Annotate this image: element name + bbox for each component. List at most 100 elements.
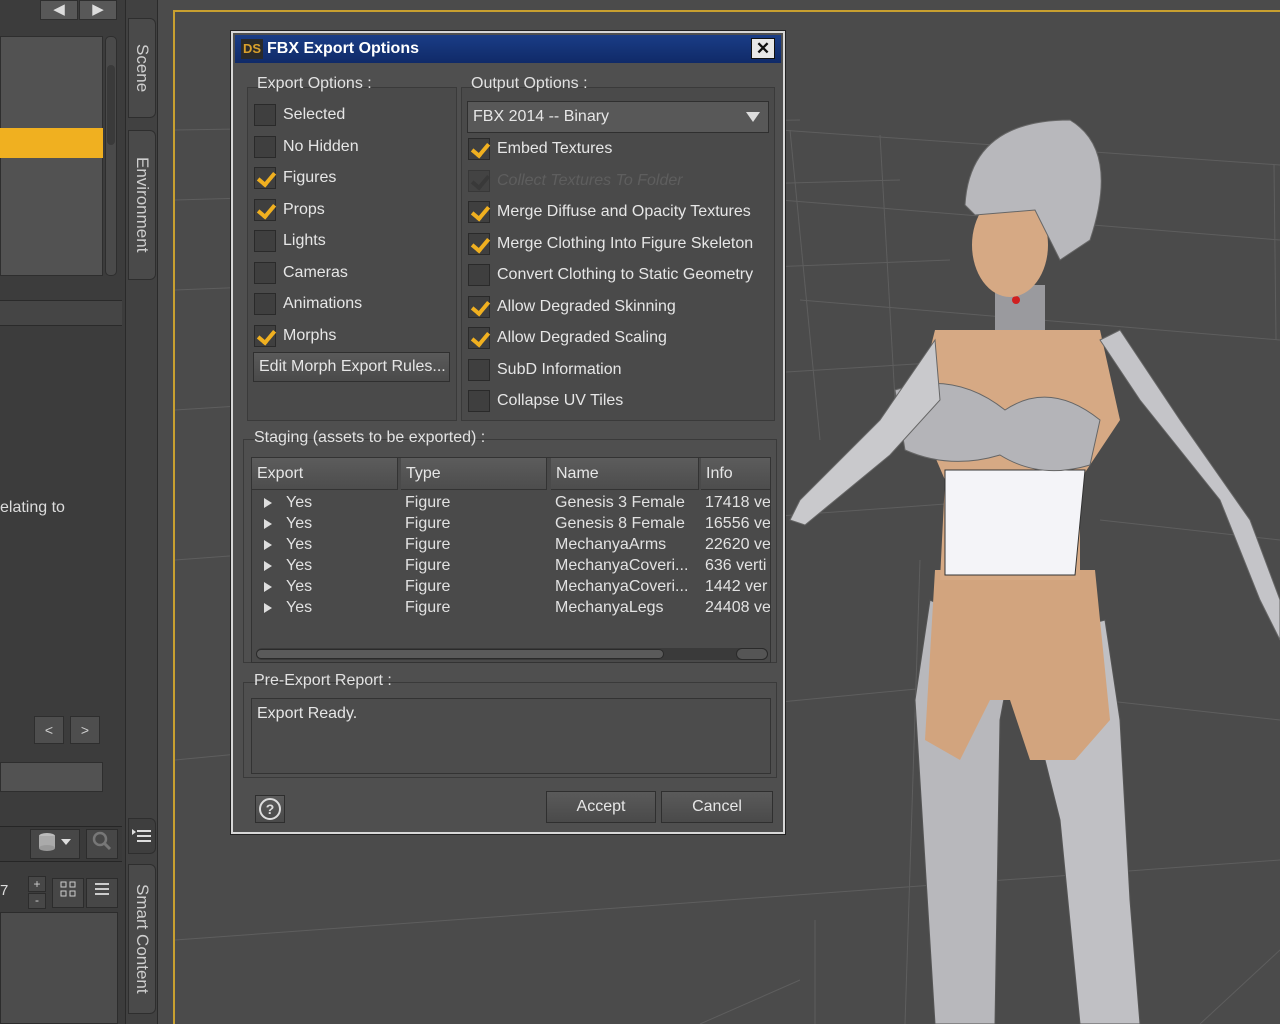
checkbox[interactable] [254, 104, 276, 126]
table-row[interactable]: Yes Figure Genesis 8 Female 16556 ve [252, 513, 771, 534]
scrollbar-end[interactable] [736, 648, 768, 660]
cell-name: MechanyaCoveri... [555, 578, 689, 595]
cell-info: 17418 ve [705, 494, 771, 511]
checkbox[interactable] [468, 358, 490, 381]
ds-logo-icon: DS [241, 39, 263, 59]
export-option-7[interactable]: Morphs [254, 324, 336, 348]
cell-info: 636 verti [705, 557, 767, 574]
cell-type: Figure [405, 536, 451, 553]
output-option-2[interactable]: Merge Diffuse and Opacity Textures [468, 200, 751, 224]
cell-export: Yes [286, 578, 313, 595]
chevron-down-icon [746, 112, 760, 122]
cell-export: Yes [286, 494, 313, 511]
checkbox[interactable] [254, 198, 276, 221]
cancel-button[interactable]: Cancel [661, 791, 773, 823]
option-label: Lights [283, 232, 326, 249]
staging-table[interactable]: Export Type Name Info Yes Figure Genesis 3… [251, 457, 771, 663]
option-label: Figures [283, 169, 337, 186]
cell-name: Genesis 3 Female [555, 494, 685, 511]
cell-type: Figure [405, 599, 451, 616]
accept-button[interactable]: Accept [546, 791, 656, 823]
dialog-title: FBX Export Options [267, 40, 419, 57]
report-text: Export Ready. [251, 698, 771, 774]
export-option-3[interactable]: Props [254, 198, 325, 222]
table-scrollbar[interactable] [256, 648, 768, 660]
output-option-1: Collect Textures To Folder [468, 169, 683, 193]
table-row[interactable]: Yes Figure MechanyaCoveri... 636 verti [252, 555, 770, 576]
export-option-1[interactable]: No Hidden [254, 135, 359, 159]
cell-export: Yes [286, 557, 313, 574]
daz-studio-window: ◀ ▶ elating to < > 7 + - Scene Environme… [0, 0, 1280, 1024]
checkbox[interactable] [468, 327, 490, 349]
cell-export: Yes [286, 599, 313, 616]
cell-info: 1442 ver [705, 578, 768, 595]
format-value: FBX 2014 -- Binary [473, 108, 610, 125]
output-option-7[interactable]: SubD Information [468, 358, 622, 382]
option-label: Convert Clothing to Static Geometry [497, 266, 754, 283]
table-row[interactable]: Yes Figure MechanyaArms 22620 ve [252, 534, 770, 555]
checkbox[interactable] [468, 264, 490, 286]
cell-name: Genesis 8 Female [555, 515, 685, 532]
checkbox[interactable] [468, 201, 490, 223]
checkbox[interactable] [254, 261, 276, 284]
expand-arrow-icon[interactable] [264, 498, 272, 508]
fbx-export-dialog: DS FBX Export Options ✕ Export Options :… [231, 31, 785, 834]
cell-type: Figure [405, 578, 451, 595]
checkbox[interactable] [254, 230, 276, 252]
option-label: Collapse UV Tiles [497, 392, 624, 409]
checkbox[interactable] [254, 135, 276, 158]
checkbox[interactable] [468, 390, 490, 412]
edit-morph-rules-button[interactable]: Edit Morph Export Rules... [253, 352, 450, 382]
expand-arrow-icon[interactable] [264, 561, 272, 571]
export-option-0[interactable]: Selected [254, 103, 345, 127]
table-row[interactable]: Yes Figure Genesis 3 Female 17418 ve [252, 492, 771, 513]
option-label: Morphs [283, 326, 337, 344]
option-label: Collect Textures To Folder [497, 171, 683, 189]
output-option-3[interactable]: Merge Clothing Into Figure Skeleton [468, 232, 753, 256]
close-button[interactable]: ✕ [751, 38, 775, 59]
help-icon: ? [259, 798, 281, 820]
export-option-4[interactable]: Lights [254, 229, 326, 253]
option-label: Allow Degraded Scaling [497, 329, 667, 346]
cell-info: 16556 ve [705, 515, 771, 532]
cell-type: Figure [405, 515, 451, 532]
expand-arrow-icon[interactable] [264, 582, 272, 592]
option-label: Embed Textures [497, 140, 613, 157]
expand-arrow-icon[interactable] [264, 603, 272, 613]
cell-name: MechanyaArms [555, 536, 667, 553]
cell-info: 24408 ve [705, 599, 771, 616]
output-option-8[interactable]: Collapse UV Tiles [468, 389, 623, 413]
checkbox[interactable] [254, 324, 276, 347]
export-option-5[interactable]: Cameras [254, 261, 348, 285]
output-option-4[interactable]: Convert Clothing to Static Geometry [468, 263, 753, 287]
column-header-name[interactable]: Name [551, 458, 699, 490]
expand-arrow-icon[interactable] [264, 540, 272, 550]
staging-title: Staging (assets to be exported) : [254, 429, 486, 446]
checkbox[interactable] [254, 167, 276, 189]
option-label: Animations [283, 295, 363, 312]
table-row[interactable]: Yes Figure MechanyaLegs 24408 ve [252, 597, 771, 618]
output-option-0[interactable]: Embed Textures [468, 137, 612, 161]
checkbox[interactable] [468, 138, 490, 160]
export-option-6[interactable]: Animations [254, 292, 362, 316]
export-options-title: Export Options : [257, 75, 372, 92]
column-header-export[interactable]: Export [252, 458, 398, 490]
output-option-5[interactable]: Allow Degraded Skinning [468, 295, 676, 319]
column-header-type[interactable]: Type [401, 458, 547, 490]
expand-arrow-icon[interactable] [264, 519, 272, 529]
checkbox[interactable] [468, 295, 490, 318]
table-row[interactable]: Yes Figure MechanyaCoveri... 1442 ver [252, 576, 770, 597]
checkbox[interactable] [468, 232, 490, 255]
help-button[interactable]: ? [255, 795, 285, 823]
checkbox [468, 169, 490, 192]
cell-name: MechanyaLegs [555, 599, 664, 616]
export-option-2[interactable]: Figures [254, 166, 336, 190]
checkbox[interactable] [254, 293, 276, 315]
cell-type: Figure [405, 494, 451, 511]
output-option-6[interactable]: Allow Degraded Scaling [468, 326, 667, 350]
column-header-info[interactable]: Info [701, 458, 770, 490]
cell-name: MechanyaCoveri... [555, 557, 689, 574]
format-select[interactable]: FBX 2014 -- Binary [467, 101, 769, 133]
dialog-titlebar[interactable]: DS FBX Export Options ✕ [235, 35, 781, 63]
scrollbar-thumb[interactable] [256, 649, 664, 659]
